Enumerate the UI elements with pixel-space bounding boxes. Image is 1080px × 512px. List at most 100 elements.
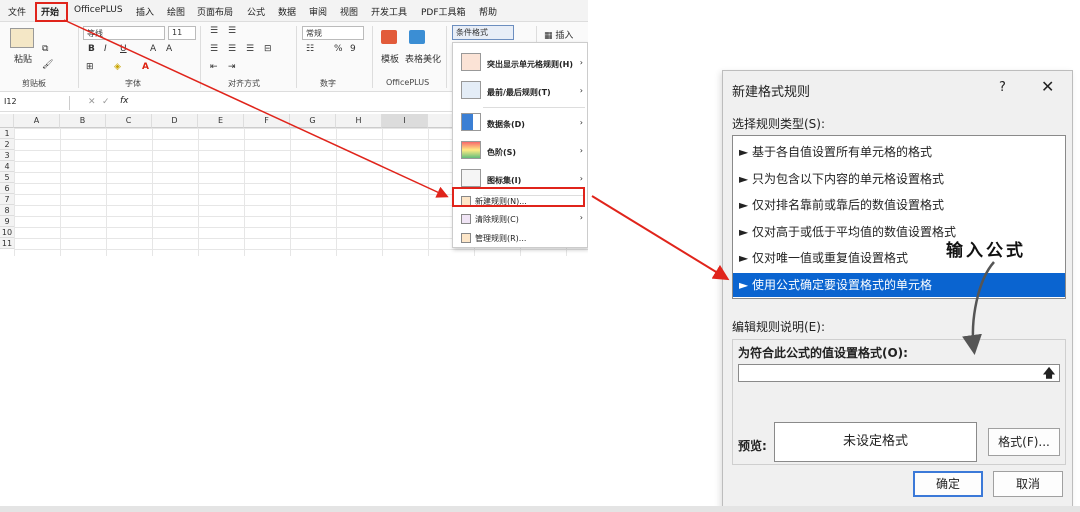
rule-type-item[interactable]: ► 仅对排名靠前或靠后的数值设置格式 bbox=[733, 193, 1065, 217]
collapse-dialog-icon[interactable]: 🡅 bbox=[1041, 366, 1057, 380]
menu-review[interactable]: 审阅 bbox=[309, 5, 327, 18]
font-shrink-icon[interactable]: A bbox=[166, 44, 172, 54]
menu-item-top-bottom-rules[interactable]: 最前/最后规则(T) › bbox=[453, 77, 587, 105]
menu-data[interactable]: 数据 bbox=[278, 5, 296, 18]
insert-cells-button[interactable]: ▦ 插入 bbox=[544, 28, 573, 41]
data-bars-label: 数据条(D) bbox=[487, 120, 525, 129]
bold-icon[interactable]: B bbox=[88, 44, 95, 54]
menu-view[interactable]: 视图 bbox=[340, 5, 358, 18]
manage-rules-icon bbox=[461, 233, 471, 243]
column-header[interactable]: I bbox=[382, 114, 428, 128]
column-header[interactable]: D bbox=[152, 114, 198, 128]
officeplus-group-label: OfficePLUS bbox=[386, 78, 430, 87]
menu-officeplus[interactable]: OfficePLUS bbox=[74, 5, 123, 15]
corner-select-all[interactable] bbox=[0, 114, 14, 128]
paste-icon[interactable] bbox=[10, 28, 34, 48]
column-header[interactable]: C bbox=[106, 114, 152, 128]
menu-insert[interactable]: 插入 bbox=[136, 5, 154, 18]
divider bbox=[78, 26, 79, 88]
color-scales-icon bbox=[461, 141, 481, 159]
menu-item-color-scales[interactable]: 色阶(S) › bbox=[453, 137, 587, 165]
font-grow-icon[interactable]: A bbox=[150, 44, 156, 54]
font-color-icon[interactable]: A bbox=[142, 62, 149, 72]
underline-icon[interactable]: U bbox=[120, 44, 127, 54]
cancel-button[interactable]: 取消 bbox=[993, 471, 1063, 497]
row-header[interactable]: 5 bbox=[0, 172, 14, 183]
percent-icon[interactable]: % bbox=[334, 44, 343, 54]
menu-page-layout[interactable]: 页面布局 bbox=[197, 5, 233, 18]
divider bbox=[296, 26, 297, 88]
align-middle-icon[interactable]: ☰ bbox=[228, 26, 236, 36]
paste-button[interactable]: 粘贴 bbox=[14, 52, 32, 65]
rule-type-item[interactable]: ► 基于各自值设置所有单元格的格式 bbox=[733, 140, 1065, 164]
template-button[interactable]: 模板 bbox=[381, 52, 399, 65]
select-rule-type-label: 选择规则类型(S): bbox=[732, 117, 826, 131]
column-header[interactable]: A bbox=[14, 114, 60, 128]
column-header[interactable]: B bbox=[60, 114, 106, 128]
number-format-select[interactable]: 常规 bbox=[302, 26, 364, 40]
align-left-icon[interactable]: ☰ bbox=[210, 44, 218, 54]
column-header[interactable]: F bbox=[244, 114, 290, 128]
chevron-right-icon: › bbox=[579, 86, 583, 95]
row-header[interactable]: 3 bbox=[0, 150, 14, 161]
cancel-icon[interactable]: ✕ bbox=[88, 97, 96, 107]
manage-rules-label: 管理规则(R)... bbox=[475, 234, 527, 243]
formula-input[interactable]: 🡅 bbox=[738, 364, 1060, 382]
menu-draw[interactable]: 绘图 bbox=[167, 5, 185, 18]
font-size-select[interactable]: 11 bbox=[168, 26, 196, 40]
help-icon[interactable]: ? bbox=[999, 80, 1006, 95]
menu-item-data-bars[interactable]: 数据条(D) › bbox=[453, 109, 587, 137]
fill-color-icon[interactable]: ◈ bbox=[114, 62, 121, 72]
close-icon[interactable]: ✕ bbox=[1041, 77, 1054, 96]
menu-formulas[interactable]: 公式 bbox=[247, 5, 265, 18]
format-painter-icon[interactable]: 🖌 bbox=[42, 60, 53, 70]
table-beautify-button[interactable]: 表格美化 bbox=[405, 52, 441, 65]
chevron-right-icon: › bbox=[579, 118, 583, 127]
indent-decrease-icon[interactable]: ⇤ bbox=[210, 62, 218, 72]
ok-button[interactable]: 确定 bbox=[913, 471, 983, 497]
indent-increase-icon[interactable]: ⇥ bbox=[228, 62, 236, 72]
row-header[interactable]: 9 bbox=[0, 216, 14, 227]
rule-type-item[interactable]: ► 只为包含以下内容的单元格设置格式 bbox=[733, 167, 1065, 191]
comma-icon[interactable]: 9 bbox=[350, 44, 356, 54]
row-header[interactable]: 4 bbox=[0, 161, 14, 172]
menu-pdf-tools[interactable]: PDF工具箱 bbox=[421, 5, 466, 18]
menu-developer[interactable]: 开发工具 bbox=[371, 5, 407, 18]
enter-icon[interactable]: ✓ bbox=[102, 97, 110, 107]
menu-file[interactable]: 文件 bbox=[8, 5, 26, 18]
rule-type-item-selected[interactable]: ► 使用公式确定要设置格式的单元格 bbox=[733, 273, 1065, 297]
highlight-box-new-rule bbox=[452, 187, 585, 207]
name-box[interactable]: I12 bbox=[0, 96, 70, 110]
merge-icon[interactable]: ⊟ bbox=[264, 44, 272, 54]
column-header[interactable]: E bbox=[198, 114, 244, 128]
font-name-select[interactable]: 等线 bbox=[83, 26, 165, 40]
format-button[interactable]: 格式(F)... bbox=[988, 428, 1060, 456]
row-header[interactable]: 2 bbox=[0, 139, 14, 150]
row-header[interactable]: 6 bbox=[0, 183, 14, 194]
italic-icon[interactable]: I bbox=[104, 44, 107, 54]
conditional-format-button[interactable]: 条件格式 bbox=[452, 25, 514, 40]
row-header[interactable]: 8 bbox=[0, 205, 14, 216]
copy-icon[interactable]: ⧉ bbox=[42, 44, 48, 54]
chevron-right-icon: › bbox=[579, 58, 583, 67]
menu-help[interactable]: 帮助 bbox=[479, 5, 497, 18]
row-header[interactable]: 11 bbox=[0, 238, 14, 249]
menu-item-highlight-rules[interactable]: 突出显示单元格规则(H) › bbox=[453, 49, 587, 77]
table-beautify-icon[interactable] bbox=[409, 30, 425, 44]
border-icon[interactable]: ⊞ bbox=[86, 62, 94, 72]
menu-item-clear-rules[interactable]: 清除规则(C) › bbox=[453, 213, 587, 227]
clear-rules-icon bbox=[461, 214, 471, 224]
row-header[interactable]: 7 bbox=[0, 194, 14, 205]
align-top-icon[interactable]: ☰ bbox=[210, 26, 218, 36]
divider bbox=[446, 26, 447, 88]
align-center-icon[interactable]: ☰ bbox=[228, 44, 236, 54]
align-right-icon[interactable]: ☰ bbox=[246, 44, 254, 54]
menu-item-manage-rules[interactable]: 管理规则(R)... bbox=[453, 232, 587, 246]
row-header[interactable]: 10 bbox=[0, 227, 14, 238]
template-icon[interactable] bbox=[381, 30, 397, 44]
row-header[interactable]: 1 bbox=[0, 128, 14, 139]
column-header[interactable]: G bbox=[290, 114, 336, 128]
currency-icon[interactable]: ☷ bbox=[306, 44, 314, 54]
column-header[interactable]: H bbox=[336, 114, 382, 128]
function-icon[interactable]: fx bbox=[120, 96, 129, 106]
